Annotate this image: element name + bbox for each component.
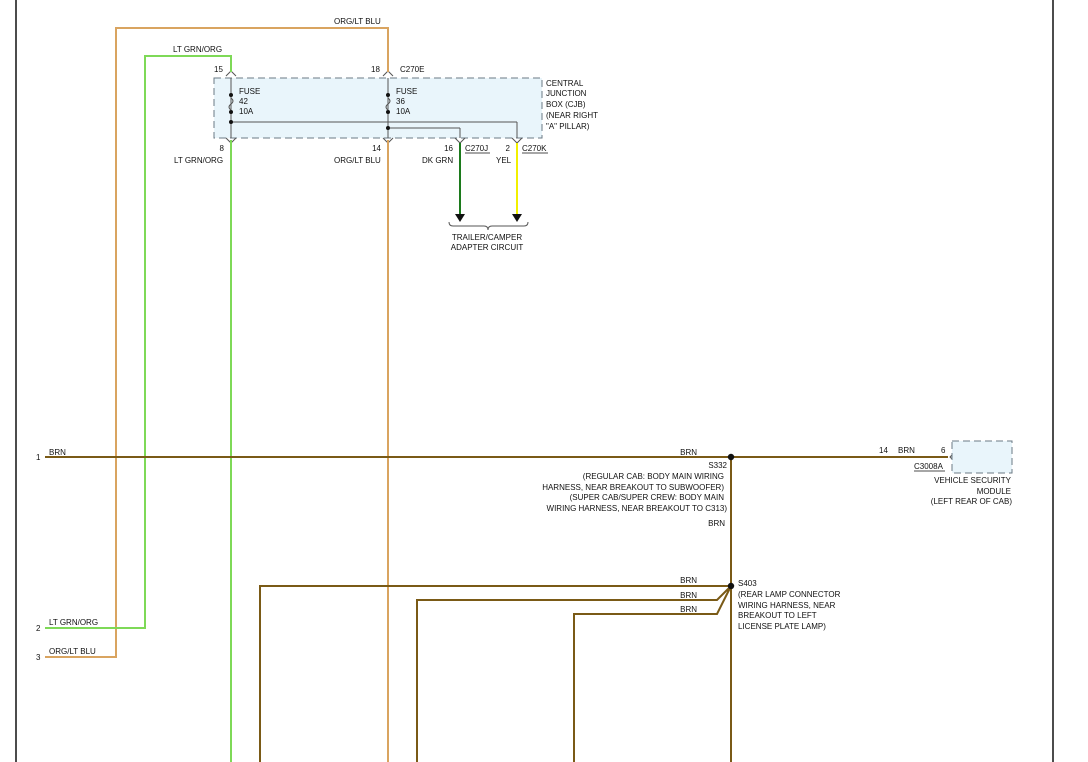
cjb-pin-8: 8	[220, 144, 225, 153]
left-pin-2: 2	[36, 624, 41, 633]
wire-label-yel: YEL	[496, 156, 512, 165]
s403-wire-label: BRN	[680, 576, 697, 585]
splice-s403-dot	[727, 582, 735, 590]
cjb-name-line: "A" PILLAR)	[546, 122, 590, 131]
cjb-pin-18: 18	[371, 65, 380, 74]
s332-desc-line: (SUPER CAB/SUPER CREW: BODY MAIN	[570, 493, 725, 502]
top-wire-lt-grn-org-label: LT GRN/ORG	[173, 45, 222, 54]
fuse-42-rating: 10A	[239, 107, 254, 116]
s403-desc-line: WIRING HARNESS, NEAR	[738, 601, 836, 610]
s332-desc-line: WIRING HARNESS, NEAR BREAKOUT TO C313)	[547, 504, 728, 513]
fuse-36-rating: 10A	[396, 107, 411, 116]
vsm-connector-c3008a: C3008A	[914, 462, 944, 471]
s332-desc-line: (REGULAR CAB: BODY MAIN WIRING	[583, 472, 724, 481]
vsm-line: MODULE	[977, 487, 1011, 496]
cjb-name-line: BOX (CJB)	[546, 100, 586, 109]
cjb-name-line: (NEAR RIGHT	[546, 111, 598, 120]
s403-desc-line: (REAR LAMP CONNECTOR	[738, 590, 841, 599]
cjb-pin-14: 14	[372, 144, 381, 153]
cjb-pin-15: 15	[214, 65, 223, 74]
fuse-36-label: FUSE	[396, 87, 417, 96]
s403-desc-line: LICENSE PLATE LAMP)	[738, 622, 826, 631]
left-pin-1-wire: BRN	[49, 448, 66, 457]
trailer-brace	[448, 221, 529, 231]
wiring-diagram: ORG/LT BLU LT GRN/ORG 15 18 C270E FUSE 4…	[15, 0, 1054, 762]
cjb-box	[213, 77, 543, 139]
s403-wire-label: BRN	[680, 605, 697, 614]
s332-wire-in: BRN	[680, 448, 697, 457]
cjb-pin-2: 2	[506, 144, 511, 153]
s332-name: S332	[708, 461, 727, 470]
wire-label-dk-grn: DK GRN	[422, 156, 453, 165]
cjb-name-line: CENTRAL	[546, 79, 584, 88]
wire-label-org-lt-blu: ORG/LT BLU	[334, 156, 381, 165]
left-pin-3: 3	[36, 653, 41, 662]
vsm-wire: BRN	[898, 446, 915, 455]
s332-wire-down: BRN	[708, 519, 725, 528]
fuse-42-label: FUSE	[239, 87, 260, 96]
fuse-42-number: 42	[239, 97, 248, 106]
vsm-pin-6: 6	[941, 446, 946, 455]
vsm-box	[951, 440, 1013, 474]
s403-wire-label: BRN	[680, 591, 697, 600]
trailer-line: ADAPTER CIRCUIT	[451, 243, 524, 252]
top-wire-org-lt-blu-label: ORG/LT BLU	[334, 17, 381, 26]
wire-label-lt-grn-org: LT GRN/ORG	[174, 156, 223, 165]
vsm-line: (LEFT REAR OF CAB)	[931, 497, 1013, 506]
cjb-name-line: JUNCTION	[546, 89, 587, 98]
left-pin-1: 1	[36, 453, 41, 462]
s403-desc-line: BREAKOUT TO LEFT	[738, 611, 817, 620]
cjb-connector-c270j: C270J	[465, 144, 488, 153]
vsm-line: VEHICLE SECURITY	[934, 476, 1012, 485]
vsm-pin-14: 14	[879, 446, 888, 455]
trailer-line: TRAILER/CAMPER	[452, 233, 522, 242]
wire-org-lt-blu	[45, 27, 389, 762]
s332-desc-line: HARNESS, NEAR BREAKOUT TO SUBWOOFER)	[542, 483, 724, 492]
cjb-connector-c270e: C270E	[400, 65, 424, 74]
left-pin-3-wire: ORG/LT BLU	[49, 647, 96, 656]
cjb-pin-16: 16	[444, 144, 453, 153]
arrow-dk-grn	[455, 214, 465, 222]
arrow-yel	[512, 214, 522, 222]
cjb-connector-c270k: C270K	[522, 144, 547, 153]
s403-name: S403	[738, 579, 757, 588]
fuse-36-number: 36	[396, 97, 405, 106]
left-pin-2-wire: LT GRN/ORG	[49, 618, 98, 627]
splice-s332-dot	[727, 453, 735, 461]
